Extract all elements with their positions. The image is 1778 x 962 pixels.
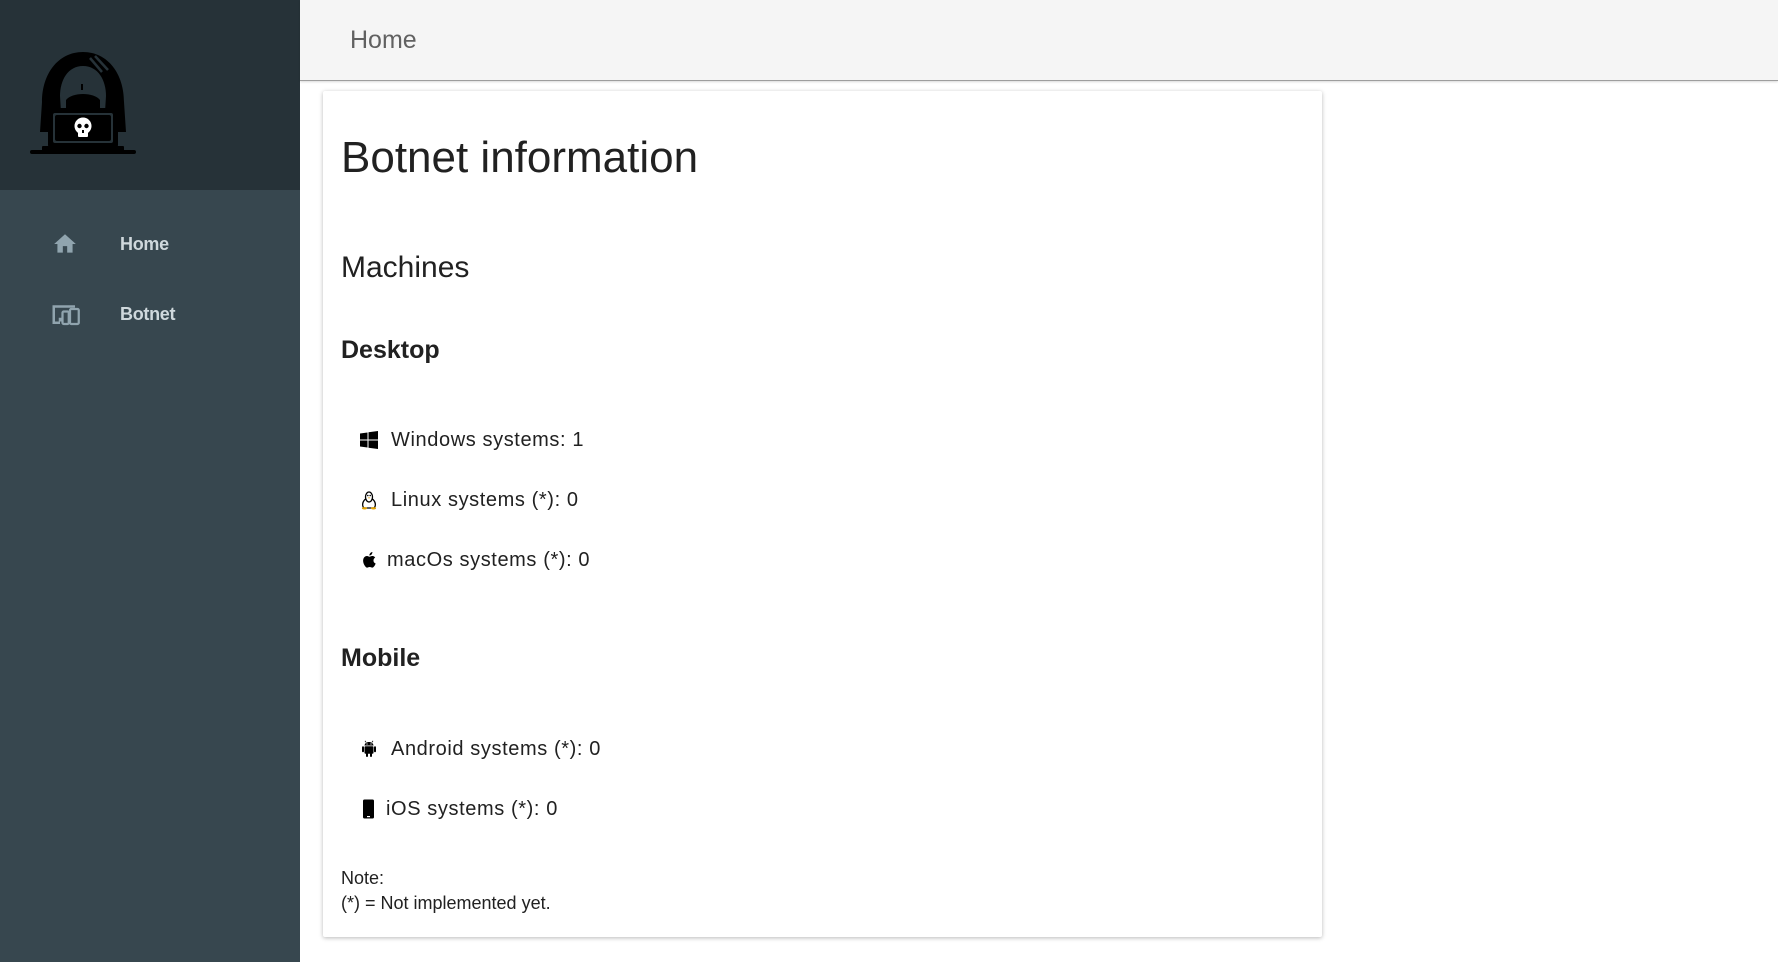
group-title-mobile: Mobile	[341, 644, 421, 672]
apple-icon	[363, 552, 376, 568]
linux-icon	[361, 491, 377, 510]
logo-area	[0, 0, 300, 190]
phone-icon	[363, 799, 374, 819]
note-text: (*) = Not implemented yet.	[341, 893, 551, 913]
sidebar-item-botnet[interactable]: Botnet	[0, 286, 300, 342]
android-icon	[362, 740, 376, 757]
stat-macos-label: macOs systems (*): 0	[387, 549, 591, 571]
sidebar-item-home[interactable]: Home	[0, 216, 300, 272]
devices-icon	[52, 305, 80, 326]
note-label: Note:	[341, 868, 385, 888]
home-icon	[54, 234, 76, 253]
windows-icon	[360, 431, 378, 449]
sidebar: Home Botnet	[0, 0, 300, 962]
page-title: Home	[350, 26, 417, 54]
card-title: Botnet information	[341, 133, 699, 182]
botnet-info-card: Botnet information Machines Desktop Wind…	[323, 91, 1322, 937]
stat-ios-label: iOS systems (*): 0	[386, 798, 558, 820]
stat-windows-label: Windows systems: 1	[391, 429, 585, 451]
note-block: Note: (*) = Not implemented yet.	[341, 866, 551, 916]
stat-linux-label: Linux systems (*): 0	[391, 489, 579, 511]
stat-android-label: Android systems (*): 0	[391, 738, 601, 760]
top-app-bar: Home	[300, 0, 1778, 81]
sidebar-item-label: Home	[120, 234, 169, 254]
sidebar-item-label: Botnet	[120, 304, 176, 324]
section-title-machines: Machines	[341, 251, 470, 284]
group-title-desktop: Desktop	[341, 336, 440, 364]
hacker-logo-icon	[30, 52, 136, 154]
